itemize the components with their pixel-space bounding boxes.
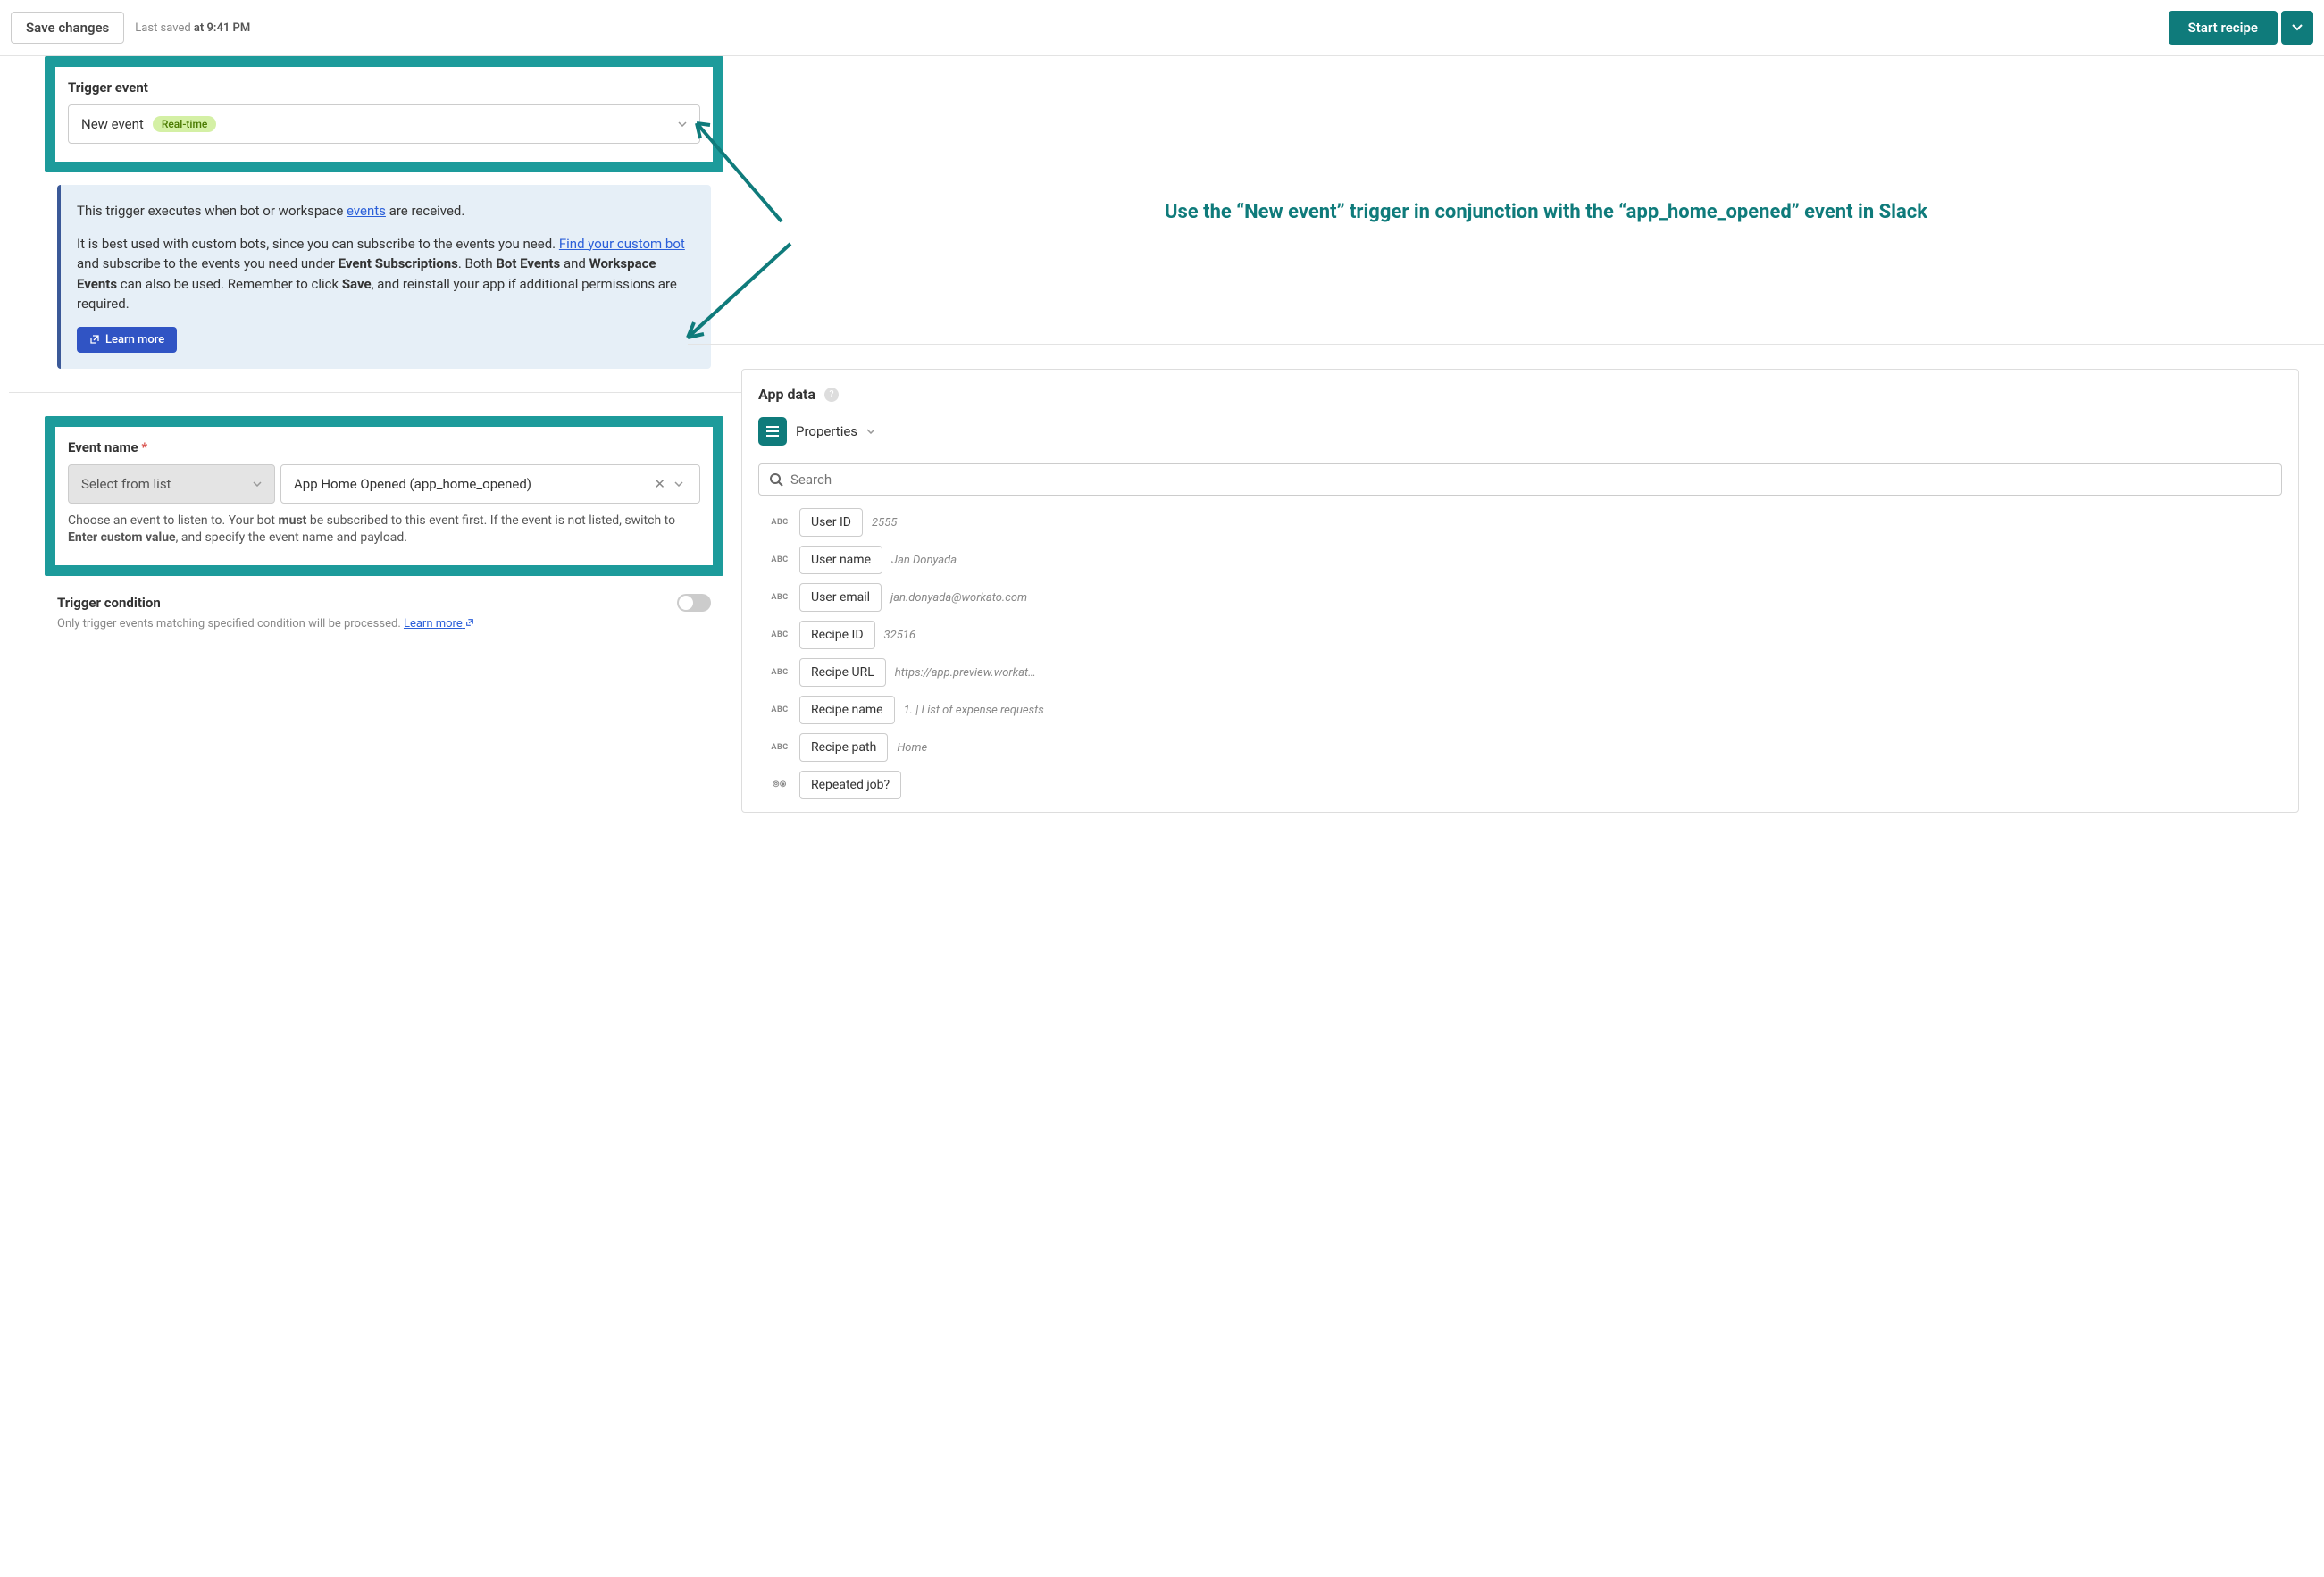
trigger-condition-help: Only trigger events matching specified c…	[57, 617, 711, 630]
type-tag: ABC	[769, 593, 790, 602]
data-pill-row: ABC Recipe URL https://app.preview.workat…	[758, 658, 2282, 687]
sample-value: 2555	[872, 516, 897, 530]
app-data-rows: ABCUser ID2555ABCUser nameJan DonyadaABC…	[758, 508, 2282, 799]
sample-value: 32516	[884, 629, 915, 642]
event-name-input[interactable]: App Home Opened (app_home_opened) ✕	[280, 464, 700, 504]
last-saved-prefix: Last saved	[135, 21, 194, 35]
event-name-section: Event name * Select from list App Home O…	[45, 416, 723, 576]
type-tag: ABC	[769, 630, 790, 639]
chevron-down-icon	[253, 481, 262, 487]
type-tag: ABC	[769, 518, 790, 527]
data-pill-row: ABC Recipe name 1. | List of expense reque…	[758, 696, 2282, 724]
chevron-down-icon	[678, 121, 687, 127]
type-tag: ⦾⦿	[769, 780, 790, 789]
main-content: Trigger event New event Real-time This t…	[0, 56, 2324, 648]
trigger-info-box: This trigger executes when bot or worksp…	[57, 185, 711, 369]
trigger-condition-toggle[interactable]	[677, 594, 711, 612]
select-from-list-dropdown[interactable]: Select from list	[68, 464, 275, 504]
last-saved-time: at 9:41 PM	[194, 21, 250, 35]
event-name-label: Event name *	[68, 439, 700, 455]
properties-icon	[758, 417, 787, 446]
annotation-arrow-bottom	[679, 239, 795, 346]
app-data-title: App data	[758, 386, 815, 403]
right-column: Use the “New event” trigger in conjuncti…	[723, 56, 2324, 648]
trigger-event-section: Trigger event New event Real-time	[45, 56, 723, 172]
chevron-down-icon[interactable]	[671, 481, 687, 487]
type-tag: ABC	[769, 705, 790, 714]
trigger-event-select[interactable]: New event Real-time	[68, 104, 700, 144]
clear-icon[interactable]: ✕	[648, 476, 671, 492]
external-link-icon	[465, 618, 474, 627]
event-name-value: App Home Opened (app_home_opened)	[294, 476, 531, 492]
learn-more-button[interactable]: Learn more	[77, 327, 177, 353]
trigger-condition-section: Trigger condition Only trigger events ma…	[45, 576, 723, 648]
divider	[9, 392, 759, 393]
data-pill-row: ABC User email jan.donyada@workato.com	[758, 583, 2282, 612]
sample-value: jan.donyada@workato.com	[890, 591, 1027, 605]
data-pill[interactable]: Recipe path	[799, 733, 888, 762]
realtime-badge: Real-time	[153, 116, 217, 132]
sample-value: Home	[897, 741, 927, 755]
properties-label: Properties	[796, 423, 857, 439]
data-pill-row: ABC User ID 2555	[758, 508, 2282, 537]
trigger-condition-label: Trigger condition	[57, 595, 161, 611]
select-from-list-label: Select from list	[81, 476, 171, 492]
info-line-2: It is best used with custom bots, since …	[77, 234, 695, 314]
start-recipe-dropdown[interactable]	[2281, 11, 2313, 45]
divider	[688, 344, 2324, 345]
data-pill-row: ABC Recipe ID 32516	[758, 621, 2282, 649]
data-pill-row: ⦾⦿ Repeated job?	[758, 771, 2282, 799]
sample-value: Jan Donyada	[891, 554, 957, 567]
header-actions: Start recipe	[2169, 11, 2313, 45]
data-pill[interactable]: User name	[799, 546, 882, 574]
event-name-help: Choose an event to listen to. Your bot m…	[68, 513, 700, 547]
trigger-condition-learn-more-link[interactable]: Learn more	[404, 617, 474, 630]
external-link-icon	[89, 334, 100, 345]
data-pill-row: ABC Recipe path Home	[758, 733, 2282, 762]
app-data-search[interactable]	[758, 463, 2282, 496]
left-column: Trigger event New event Real-time This t…	[0, 56, 723, 648]
required-asterisk: *	[141, 439, 147, 455]
chevron-down-icon	[866, 429, 875, 434]
events-link[interactable]: events	[347, 203, 386, 219]
save-button[interactable]: Save changes	[11, 12, 124, 44]
find-custom-bot-link[interactable]: Find your custom bot	[559, 236, 685, 252]
info-line-1: This trigger executes when bot or worksp…	[77, 201, 695, 221]
header-bar: Save changes Last saved at 9:41 PM Start…	[0, 0, 2324, 56]
data-pill[interactable]: User email	[799, 583, 882, 612]
data-pill[interactable]: Recipe name	[799, 696, 895, 724]
trigger-event-label: Trigger event	[68, 79, 700, 96]
data-pill[interactable]: Recipe ID	[799, 621, 875, 649]
type-tag: ABC	[769, 555, 790, 564]
properties-selector[interactable]: Properties	[758, 417, 2282, 446]
data-pill[interactable]: Recipe URL	[799, 658, 886, 687]
data-pill[interactable]: User ID	[799, 508, 863, 537]
annotation-text: Use the “New event” trigger in conjuncti…	[786, 199, 2306, 226]
annotation-arrow-top	[688, 110, 786, 226]
app-data-panel: App data ? Properties ABC User ID 2555 ABC U…	[741, 369, 2299, 813]
trigger-event-value: New event	[81, 116, 144, 132]
data-pill-row: ABC User name Jan Donyada	[758, 546, 2282, 574]
search-input[interactable]	[790, 471, 2270, 488]
start-recipe-button[interactable]: Start recipe	[2169, 11, 2278, 45]
help-icon[interactable]: ?	[824, 388, 839, 402]
search-icon	[770, 473, 783, 487]
type-tag: ABC	[769, 743, 790, 752]
type-tag: ABC	[769, 668, 790, 677]
sample-value: 1. | List of expense requests	[904, 704, 1044, 717]
last-saved-label: Last saved at 9:41 PM	[135, 21, 250, 35]
sample-value: https://app.preview.workat…	[895, 666, 1036, 680]
data-pill[interactable]: Repeated job?	[799, 771, 901, 799]
chevron-down-icon	[2292, 24, 2303, 31]
learn-more-label: Learn more	[105, 333, 164, 346]
